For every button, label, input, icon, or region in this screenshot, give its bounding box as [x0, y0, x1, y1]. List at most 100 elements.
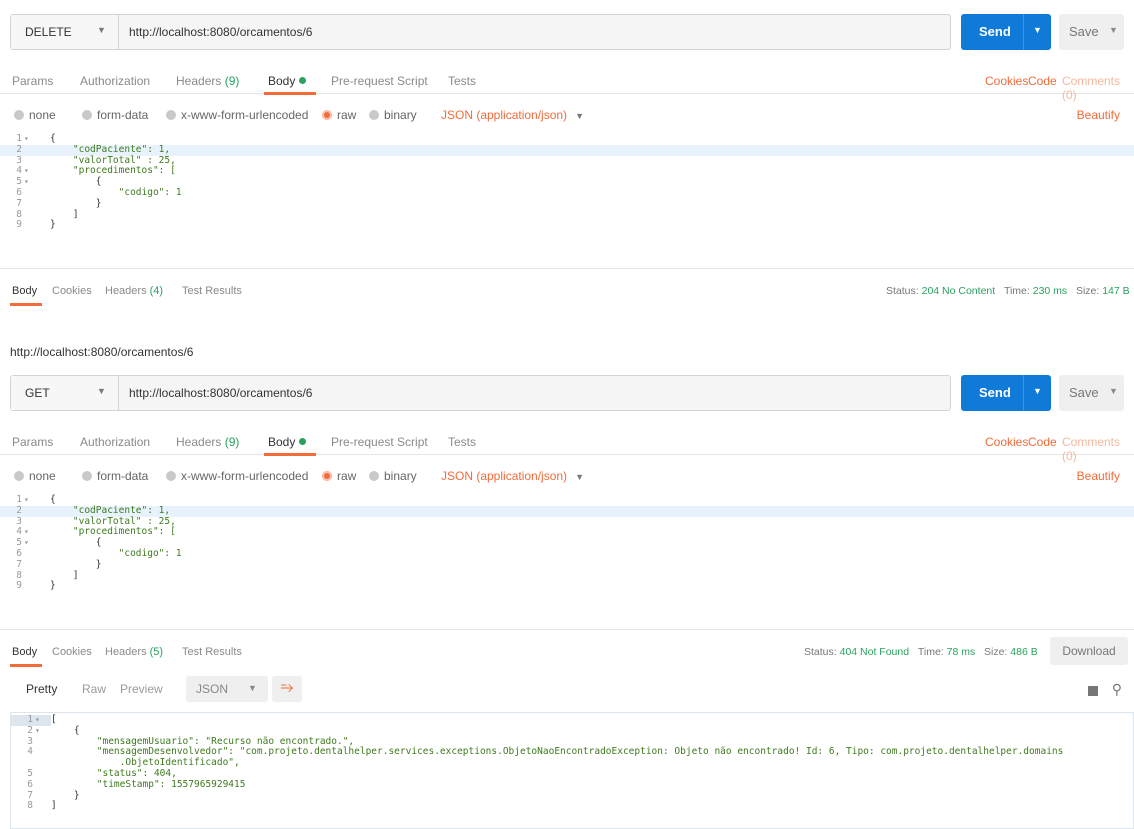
tab-authorization[interactable]: Authorization — [80, 435, 150, 449]
radio-raw[interactable]: raw — [322, 469, 356, 483]
fold-arrow-icon[interactable]: ▾ — [24, 495, 29, 506]
request-body-editor[interactable]: 1 ▾ 2 3 4 ▾ 5 ▾ 6 7 8 9 { "codPaciente": 1,… — [0, 494, 1134, 611]
tab-tests[interactable]: Tests — [448, 435, 476, 449]
response-tab-body[interactable]: Body — [12, 646, 37, 658]
tab-prerequest[interactable]: Pre-request Script — [331, 435, 428, 449]
beautify-link[interactable]: Beautify — [1077, 469, 1120, 483]
save-label: Save — [1069, 385, 1099, 400]
response-body-editor[interactable]: 1 ▾ 2 ▾ 3 4 5 6 7 8 [ { "mensagemUsuario":… — [10, 712, 1134, 829]
radio-urlencoded-label: x-www-form-urlencoded — [181, 108, 309, 122]
url-row: DELETE ▼ http://localhost:8080/orcamento… — [10, 14, 1124, 50]
search-icon[interactable]: ⚲ — [1112, 681, 1122, 698]
chevron-down-icon[interactable]: ▼ — [1109, 386, 1118, 396]
response-tab-tests[interactable]: Test Results — [182, 646, 242, 658]
save-button[interactable]: Save ▼ — [1059, 14, 1124, 50]
code-line: "codigo": 1 — [50, 186, 182, 198]
tab-tests[interactable]: Tests — [448, 74, 476, 88]
code-link[interactable]: Code — [1028, 435, 1057, 449]
response-tab-underline — [10, 664, 42, 667]
status-label: Status: — [886, 285, 919, 297]
send-divider — [1023, 375, 1024, 411]
fold-arrow-icon[interactable]: ▾ — [24, 527, 29, 538]
method-label: DELETE — [25, 25, 72, 39]
copy-icon[interactable] — [1088, 686, 1098, 696]
radio-form-data[interactable]: form-data — [82, 108, 148, 122]
tab-authorization[interactable]: Authorization — [80, 74, 150, 88]
radio-form-data[interactable]: form-data — [82, 469, 148, 483]
response-tab-headers[interactable]: Headers (4) — [105, 285, 163, 297]
tab-body-label: Body — [268, 435, 296, 449]
url-input[interactable]: http://localhost:8080/orcamentos/6 — [129, 25, 312, 39]
radio-icon — [14, 110, 24, 120]
response-header: Body Cookies Headers (5) Test Results St… — [0, 629, 1134, 667]
cookies-link[interactable]: Cookies — [985, 435, 1028, 449]
fold-arrow-icon[interactable]: ▾ — [24, 134, 29, 145]
cookies-link[interactable]: Cookies — [985, 74, 1028, 88]
view-preview-button[interactable]: Preview — [120, 682, 163, 696]
tab-body[interactable]: Body — [268, 435, 307, 449]
response-tab-tests[interactable]: Test Results — [182, 285, 242, 297]
response-tab-headers[interactable]: Headers (5) — [105, 646, 163, 658]
view-raw-button[interactable]: Raw — [82, 682, 106, 696]
response-tab-cookies[interactable]: Cookies — [52, 646, 92, 658]
download-button[interactable]: Download — [1050, 637, 1128, 665]
response-headers-count: (5) — [149, 646, 164, 658]
wrap-icon[interactable]: ⥱ — [272, 676, 302, 702]
chevron-down-icon[interactable]: ▼ — [1109, 25, 1118, 35]
radio-selected-icon — [322, 110, 332, 120]
radio-binary[interactable]: binary — [369, 108, 417, 122]
size-value: 486 B — [1010, 646, 1038, 658]
tab-prerequest[interactable]: Pre-request Script — [331, 74, 428, 88]
format-label: JSON — [196, 682, 229, 696]
radio-urlencoded[interactable]: x-www-form-urlencoded — [166, 108, 308, 122]
content-type-select[interactable]: JSON (application/json) ▼ — [441, 108, 584, 122]
radio-form-data-label: form-data — [97, 108, 149, 122]
response-tab-body[interactable]: Body — [12, 285, 37, 297]
code-link[interactable]: Code — [1028, 74, 1057, 88]
send-button[interactable]: Send ▼ — [961, 14, 1051, 50]
tab-headers[interactable]: Headers (9) — [176, 74, 239, 88]
radio-binary[interactable]: binary — [369, 469, 417, 483]
chevron-down-icon: ▼ — [97, 25, 106, 35]
status-value: 204 No Content — [921, 285, 996, 297]
fold-arrow-icon[interactable]: ▾ — [35, 726, 40, 737]
send-button[interactable]: Send ▼ — [961, 375, 1051, 411]
chevron-down-icon[interactable]: ▼ — [1033, 25, 1042, 35]
radio-icon — [82, 110, 92, 120]
response-status: Status: 404 Not Found Time: 78 ms Size: … — [804, 646, 1038, 658]
format-select[interactable]: JSON ▼ — [186, 676, 268, 702]
radio-raw[interactable]: raw — [322, 108, 356, 122]
line-gutter: 1 ▾ 2 3 4 ▾ 5 ▾ 6 7 8 9 — [16, 494, 29, 592]
chevron-down-icon[interactable]: ▼ — [1033, 386, 1042, 396]
save-button[interactable]: Save ▼ — [1059, 375, 1124, 411]
radio-urlencoded[interactable]: x-www-form-urlencoded — [166, 469, 308, 483]
fold-arrow-icon[interactable]: ▾ — [24, 166, 29, 177]
request-body-editor[interactable]: 1 ▾ 2 3 4 ▾ 5 ▾ 6 7 8 9 { "codPaciente": 1,… — [0, 133, 1134, 250]
fold-arrow-icon[interactable]: ▾ — [24, 538, 29, 549]
body-type-row: none form-data x-www-form-urlencoded raw… — [0, 465, 1134, 485]
beautify-link[interactable]: Beautify — [1077, 108, 1120, 122]
fold-arrow-icon[interactable]: ▾ — [35, 715, 40, 726]
view-pretty-button[interactable]: Pretty — [26, 682, 57, 696]
radio-none[interactable]: none — [14, 469, 56, 483]
tab-headers-label: Headers — [176, 74, 222, 88]
tab-params[interactable]: Params — [12, 435, 53, 449]
tab-body[interactable]: Body — [268, 74, 307, 88]
response-tab-cookies[interactable]: Cookies — [52, 285, 92, 297]
radio-form-data-label: form-data — [97, 469, 149, 483]
code-lines: { "codPaciente": 1, "valorTotal" : 25, "… — [50, 494, 1134, 592]
radio-urlencoded-label: x-www-form-urlencoded — [181, 469, 309, 483]
fold-arrow-icon[interactable]: ▾ — [24, 177, 29, 188]
method-select[interactable]: DELETE ▼ — [11, 15, 119, 49]
tab-headers[interactable]: Headers (9) — [176, 435, 239, 449]
radio-none[interactable]: none — [14, 108, 56, 122]
comments-link[interactable]: Comments (0) — [1062, 74, 1134, 102]
tab-params[interactable]: Params — [12, 74, 53, 88]
content-type-select[interactable]: JSON (application/json) ▼ — [441, 469, 584, 483]
method-select[interactable]: GET ▼ — [11, 376, 119, 410]
comments-link[interactable]: Comments (0) — [1062, 435, 1134, 463]
url-input[interactable]: http://localhost:8080/orcamentos/6 — [129, 386, 312, 400]
active-dot-icon — [299, 77, 307, 84]
request-title[interactable]: http://localhost:8080/orcamentos/6 — [10, 345, 193, 359]
size-label: Size: — [984, 646, 1008, 658]
